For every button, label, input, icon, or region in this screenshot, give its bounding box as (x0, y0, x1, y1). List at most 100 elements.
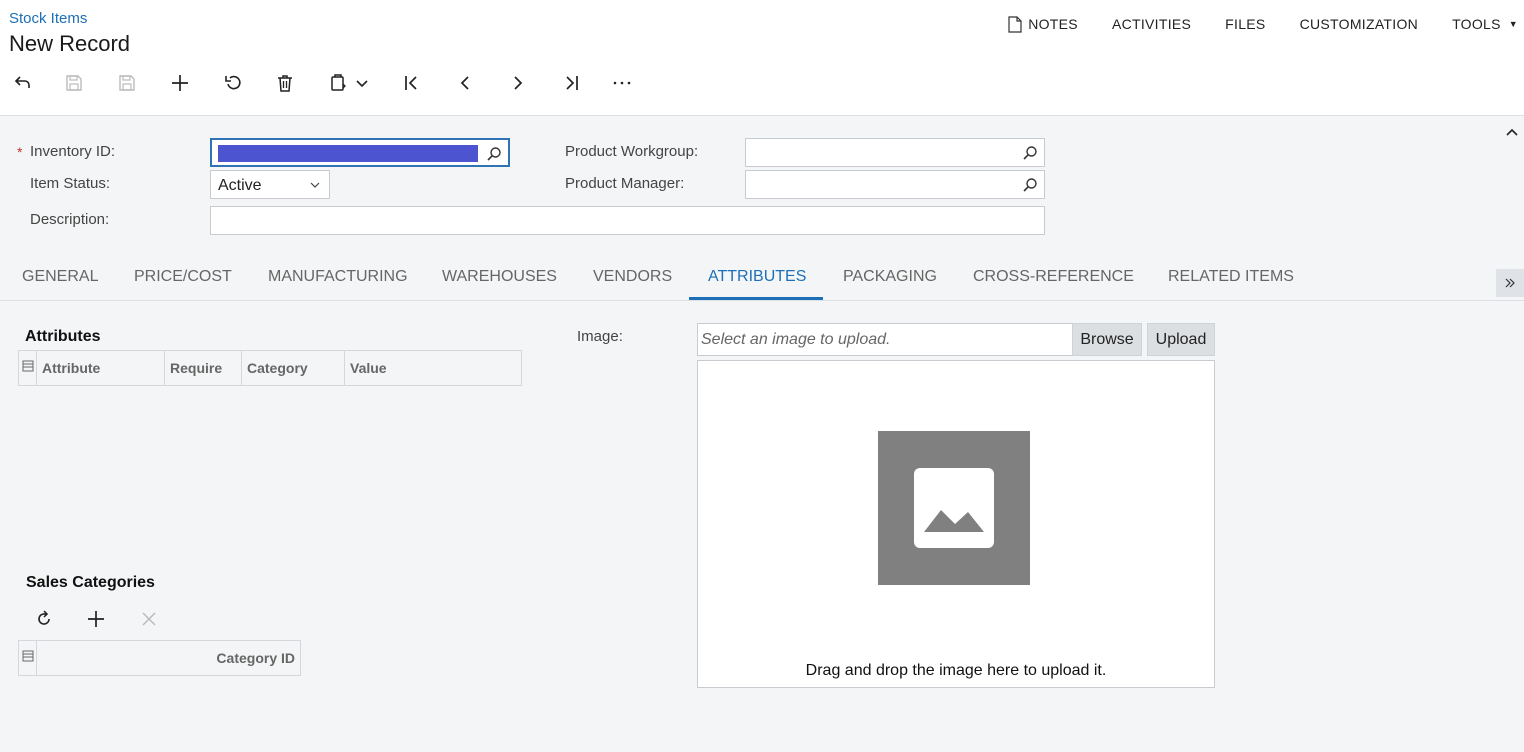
drop-instructions: Drag and drop the image here to upload i… (805, 662, 1107, 679)
search-icon[interactable] (486, 146, 502, 162)
delete-row-button[interactable] (136, 606, 162, 632)
save-icon (119, 75, 135, 91)
column-category-id[interactable]: Category ID (37, 641, 300, 675)
attributes-grid-header: Attribute Require Category Value (18, 350, 522, 386)
notes-button[interactable]: NOTES (1008, 15, 1078, 33)
description-field[interactable] (210, 206, 1045, 235)
image-icon (914, 468, 994, 548)
first-icon (405, 76, 417, 90)
add-icon (88, 611, 104, 627)
files-label: FILES (1225, 16, 1266, 32)
tab-bar: GENERAL PRICE/COST MANUFACTURING WAREHOU… (0, 256, 1524, 301)
tab-vendors[interactable]: VENDORS (593, 268, 672, 286)
undo-icon (225, 75, 241, 90)
next-icon (514, 76, 523, 90)
row-selector-header[interactable] (19, 641, 37, 675)
delete-icon (278, 75, 292, 92)
row-selector-header[interactable] (19, 351, 37, 385)
tools-label: TOOLS (1452, 16, 1501, 32)
item-status-label: Item Status: (30, 175, 111, 192)
refresh-button[interactable] (31, 606, 57, 632)
save-close-icon (66, 75, 82, 91)
chevron-down-icon (356, 80, 368, 88)
back-button[interactable] (7, 66, 37, 100)
tab-general[interactable]: GENERAL (22, 268, 98, 286)
tab-manufacturing[interactable]: MANUFACTURING (268, 268, 408, 286)
page-title: New Record (9, 31, 131, 56)
caret-down-icon: ▼ (1508, 19, 1518, 29)
chevron-down-icon (310, 182, 320, 188)
inventory-id-selection (218, 145, 478, 162)
active-tab-indicator (689, 297, 823, 300)
last-record-button[interactable] (556, 66, 586, 100)
sales-categories-grid-header: Category ID (18, 640, 301, 676)
image-label: Image: (577, 328, 623, 345)
save-close-button[interactable] (59, 66, 89, 100)
first-record-button[interactable] (397, 66, 427, 100)
item-status-value: Active (218, 177, 262, 194)
search-icon[interactable] (1022, 177, 1038, 193)
image-file-input[interactable]: Select an image to upload. (697, 323, 1073, 356)
tab-scroll-button[interactable] (1496, 269, 1524, 297)
save-button[interactable] (112, 66, 142, 100)
document-icon (1008, 15, 1022, 33)
tools-button[interactable]: TOOLS ▼ (1452, 16, 1518, 32)
activities-label: ACTIVITIES (1111, 16, 1192, 32)
copy-paste-dropdown[interactable] (352, 66, 372, 100)
tab-cross-reference[interactable]: CROSS-REFERENCE (973, 268, 1134, 286)
last-icon (566, 76, 578, 90)
close-icon (142, 612, 156, 626)
column-category[interactable]: Category (242, 351, 345, 385)
row-selector-icon (22, 360, 34, 372)
files-button[interactable]: FILES (1225, 16, 1265, 32)
column-value[interactable]: Value (345, 351, 521, 385)
add-row-button[interactable] (83, 606, 109, 632)
product-workgroup-label: Product Workgroup: (565, 143, 699, 160)
column-attribute[interactable]: Attribute (37, 351, 165, 385)
more-button[interactable] (607, 66, 637, 100)
previous-icon (460, 76, 469, 90)
item-status-select[interactable]: Active (210, 170, 330, 199)
description-label: Description: (30, 211, 110, 228)
customization-button[interactable]: CUSTOMIZATION (1300, 16, 1419, 32)
collapse-icon[interactable] (1504, 124, 1520, 140)
delete-button[interactable] (270, 66, 300, 100)
attributes-title: Attributes (25, 328, 101, 345)
notes-label: NOTES (1028, 16, 1078, 32)
undo-button[interactable] (218, 66, 248, 100)
copy-paste-icon (331, 74, 346, 91)
top-menu: NOTES ACTIVITIES FILES CUSTOMIZATION TOO… (1008, 14, 1524, 34)
double-chevron-right-icon (1505, 278, 1515, 288)
add-icon (172, 75, 188, 91)
column-required[interactable]: Require (165, 351, 242, 385)
activities-button[interactable]: ACTIVITIES (1112, 16, 1191, 32)
refresh-icon (38, 610, 50, 625)
product-manager-label: Product Manager: (565, 175, 685, 192)
customization-label: CUSTOMIZATION (1299, 16, 1419, 32)
tab-warehouses[interactable]: WAREHOUSES (442, 268, 557, 286)
breadcrumb[interactable]: Stock Items (9, 10, 87, 27)
row-selector-icon (22, 650, 34, 662)
image-file-placeholder: Select an image to upload. (701, 331, 891, 348)
product-manager-field[interactable] (745, 170, 1045, 199)
image-placeholder (878, 431, 1030, 585)
inventory-id-field[interactable] (210, 138, 510, 167)
copy-paste-button[interactable] (323, 66, 353, 100)
next-record-button[interactable] (503, 66, 533, 100)
product-workgroup-field[interactable] (745, 138, 1045, 167)
previous-record-button[interactable] (450, 66, 480, 100)
browse-button[interactable]: Browse (1072, 323, 1142, 356)
sales-categories-title: Sales Categories (26, 574, 155, 591)
tab-packaging[interactable]: PACKAGING (843, 268, 937, 286)
upload-button[interactable]: Upload (1147, 323, 1215, 356)
more-icon (613, 81, 631, 85)
tab-attributes[interactable]: ATTRIBUTES (708, 268, 806, 286)
inventory-id-label: Inventory ID: (30, 143, 116, 160)
image-drop-zone[interactable]: Drag and drop the image here to upload i… (697, 360, 1215, 688)
search-icon[interactable] (1022, 145, 1038, 161)
tab-related-items[interactable]: RELATED ITEMS (1168, 268, 1294, 286)
back-icon (14, 76, 30, 88)
add-button[interactable] (165, 66, 195, 100)
required-mark: * (17, 144, 23, 160)
tab-price-cost[interactable]: PRICE/COST (134, 268, 232, 286)
